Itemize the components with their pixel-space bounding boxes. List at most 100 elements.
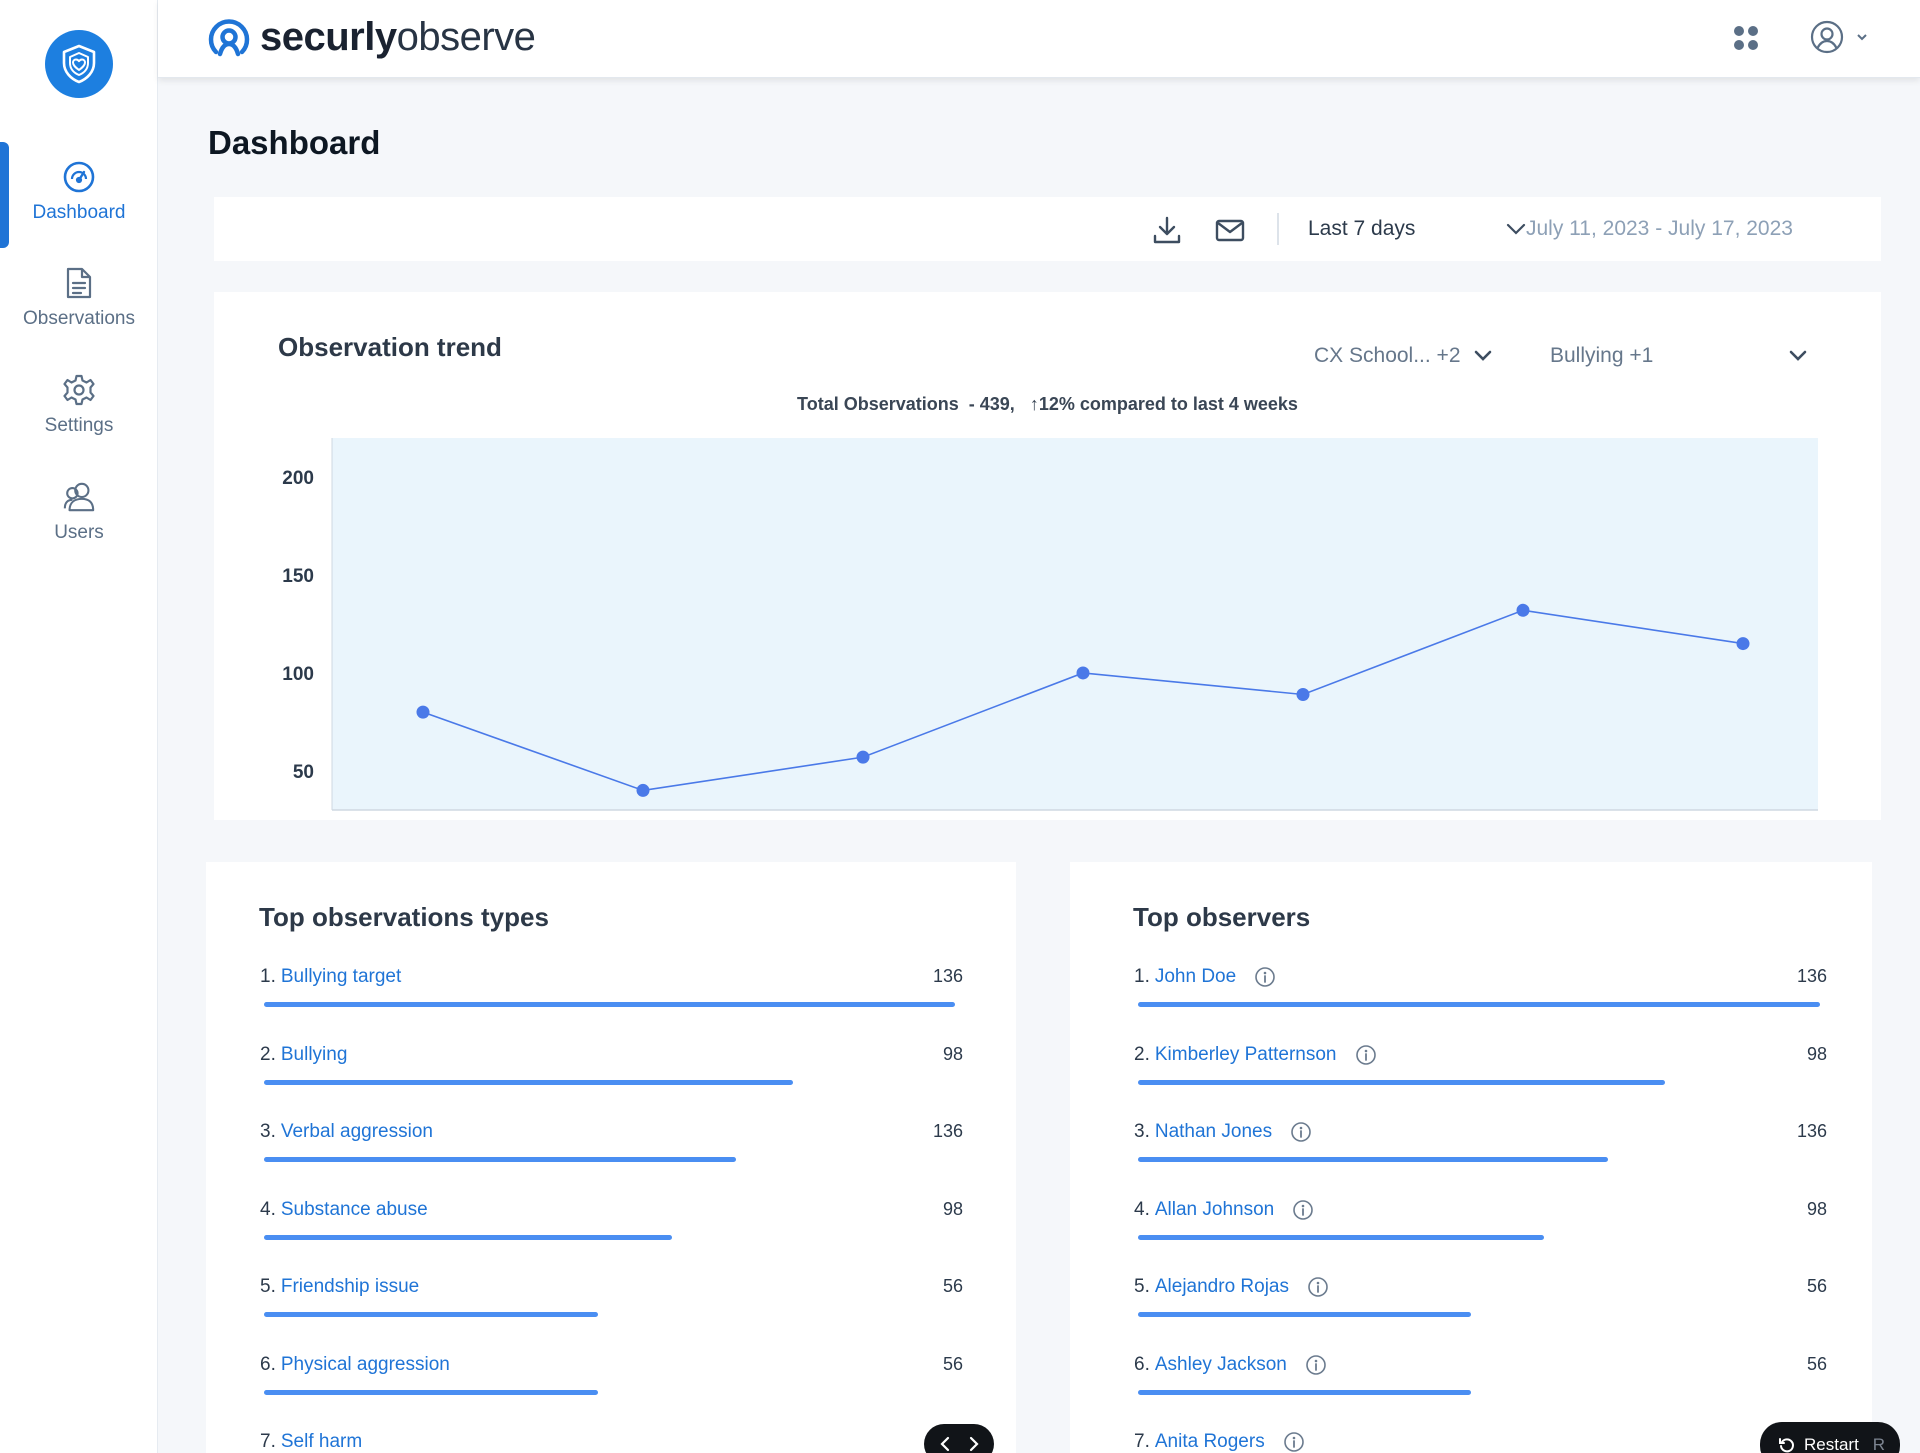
top-types-title: Top observations types	[259, 902, 549, 932]
list-item-label: 1. John Doe	[1134, 966, 1276, 988]
list-item-name-link[interactable]: Friendship issue	[281, 1276, 419, 1298]
list-item-value: 136	[932, 1121, 963, 1141]
dashboard-toolbar: Last 7 days July 11, 2023 - July 17, 202…	[214, 197, 1881, 261]
restart-icon	[1779, 1438, 1794, 1453]
list-item-value: 56	[1806, 1276, 1827, 1296]
observation-trend-chart: 50 100 150 200	[282, 438, 1818, 811]
info-icon[interactable]	[1355, 1044, 1377, 1066]
chart-data-point	[1516, 603, 1530, 617]
list-item-bar	[1138, 1079, 1665, 1085]
list-item: 5. Alejandro Rojas 56	[1070, 1276, 1872, 1354]
logo-wordmark: securlyobserve	[260, 14, 536, 60]
sidebar: Dashboard Observations Settings Users	[0, 0, 158, 1453]
list-item-label: 3. Nathan Jones	[1134, 1121, 1312, 1143]
logo-wordmark-light: observe	[396, 14, 536, 59]
info-icon[interactable]	[1283, 1431, 1305, 1453]
list-item-bar	[264, 1157, 736, 1162]
list-item-bar	[1138, 1234, 1545, 1240]
list-item-label: 5. Alejandro Rojas	[1134, 1276, 1329, 1298]
list-item: 2. Bullying 98	[206, 1044, 1016, 1122]
apps-grid-icon	[1734, 26, 1758, 50]
list-item-name-link[interactable]: Nathan Jones	[1155, 1121, 1272, 1143]
sidebar-item-label: Observations	[23, 308, 135, 329]
download-icon	[1153, 216, 1181, 244]
info-icon[interactable]	[1254, 966, 1276, 988]
user-menu-button[interactable]	[1808, 18, 1870, 56]
chevron-right-icon[interactable]	[964, 1435, 982, 1453]
list-item-value: 136	[1796, 966, 1827, 986]
list-item-name-link[interactable]: Alejandro Rojas	[1155, 1276, 1289, 1298]
info-icon[interactable]	[1305, 1354, 1327, 1376]
toolbar-divider	[1277, 213, 1279, 245]
list-item-label: 4. Allan Johnson	[1134, 1199, 1314, 1221]
apps-grid-button[interactable]	[1728, 20, 1764, 56]
info-icon[interactable]	[1290, 1121, 1312, 1143]
list-item-name-link[interactable]: Anita Rogers	[1155, 1431, 1265, 1453]
list-item-bar	[264, 1389, 599, 1395]
list-item-name-link[interactable]: Verbal aggression	[281, 1121, 433, 1143]
list-item-rank: 3.	[1134, 1121, 1150, 1142]
list-item-name-link[interactable]: Bullying	[281, 1044, 348, 1066]
list-item-rank: 4.	[1134, 1198, 1150, 1220]
list-item-rank: 2.	[260, 1043, 276, 1065]
app-logo[interactable]: securlyobserve	[206, 14, 536, 60]
chevron-down-icon	[1506, 223, 1526, 235]
list-item: 1. Bullying target 136	[206, 966, 1016, 1044]
restart-button[interactable]: Restart R	[1760, 1422, 1900, 1453]
sidebar-item-label: Users	[54, 522, 104, 543]
list-item-bar	[1138, 1389, 1471, 1395]
email-button[interactable]	[1214, 214, 1246, 246]
list-item-name-link[interactable]: Allan Johnson	[1155, 1199, 1274, 1221]
list-item-rank: 4.	[260, 1198, 276, 1220]
list-item: 7. Self harm	[206, 1431, 1016, 1453]
date-range-select[interactable]: Last 7 days	[1308, 211, 1528, 247]
list-item-label: 3. Verbal aggression	[260, 1121, 433, 1143]
chart-y-tick-label: 200	[282, 468, 314, 489]
chart-data-point	[1076, 666, 1090, 680]
list-item: 3. Verbal aggression 136	[206, 1121, 1016, 1199]
sidebar-item-observations[interactable]: Observations	[0, 248, 158, 348]
sidebar-item-label: Settings	[44, 415, 114, 436]
date-range-select-label: Last 7 days	[1308, 217, 1416, 240]
list-item-label: 2. Bullying	[260, 1044, 347, 1066]
dashboard-gauge-icon	[62, 160, 96, 194]
list-item-label: 6. Physical aggression	[260, 1354, 450, 1376]
list-item-name-link[interactable]: Ashley Jackson	[1155, 1354, 1287, 1376]
list-item-value: 56	[1806, 1353, 1827, 1374]
list-item-rank: 7.	[1134, 1431, 1150, 1452]
list-item-label: 1. Bullying target	[260, 966, 401, 988]
chevron-left-icon[interactable]	[937, 1435, 955, 1453]
list-item-rank: 6.	[1134, 1353, 1150, 1375]
list-item-name-link[interactable]: Physical aggression	[281, 1354, 450, 1376]
sidebar-item-dashboard[interactable]: Dashboard	[0, 142, 158, 248]
carousel-pager[interactable]	[924, 1424, 994, 1453]
top-observers-card: Top observers 1. John Doe 136 2. Kimberley P…	[1070, 862, 1872, 1453]
list-item-name-link[interactable]: Self harm	[281, 1431, 362, 1453]
list-item-name-link[interactable]: John Doe	[1155, 966, 1236, 988]
list-item-value: 136	[932, 966, 963, 986]
list-item-bar	[1138, 1002, 1820, 1007]
email-icon	[1215, 219, 1245, 242]
list-item-bar	[1138, 1157, 1608, 1162]
list-item-name-link[interactable]: Kimberley Patternson	[1155, 1044, 1337, 1066]
download-button[interactable]	[1151, 214, 1183, 246]
sidebar-item-users[interactable]: Users	[0, 462, 158, 562]
list-item-rank: 5.	[260, 1276, 276, 1297]
list-item-name-link[interactable]: Substance abuse	[281, 1199, 428, 1221]
chart-y-tick-label: 100	[282, 664, 314, 685]
list-item-name-link[interactable]: Bullying target	[281, 966, 401, 988]
sidebar-item-settings[interactable]: Settings	[0, 355, 158, 455]
sidebar-item-label: Dashboard	[32, 202, 126, 223]
chart-y-tick-label: 50	[293, 762, 314, 783]
list-item-rank: 2.	[1134, 1043, 1150, 1065]
info-icon[interactable]	[1307, 1276, 1329, 1298]
chart-plot-area	[332, 438, 1818, 810]
chart-data-point	[1296, 687, 1310, 701]
list-item-label: 5. Friendship issue	[260, 1276, 419, 1298]
list-item-rank: 6.	[260, 1353, 276, 1375]
info-icon[interactable]	[1292, 1199, 1314, 1221]
chart-y-tick-label: 150	[282, 566, 314, 587]
list-item: 3. Nathan Jones 136	[1070, 1121, 1872, 1199]
brand-shield-logo[interactable]	[45, 30, 113, 98]
restart-shortcut-key: R	[1872, 1435, 1886, 1453]
